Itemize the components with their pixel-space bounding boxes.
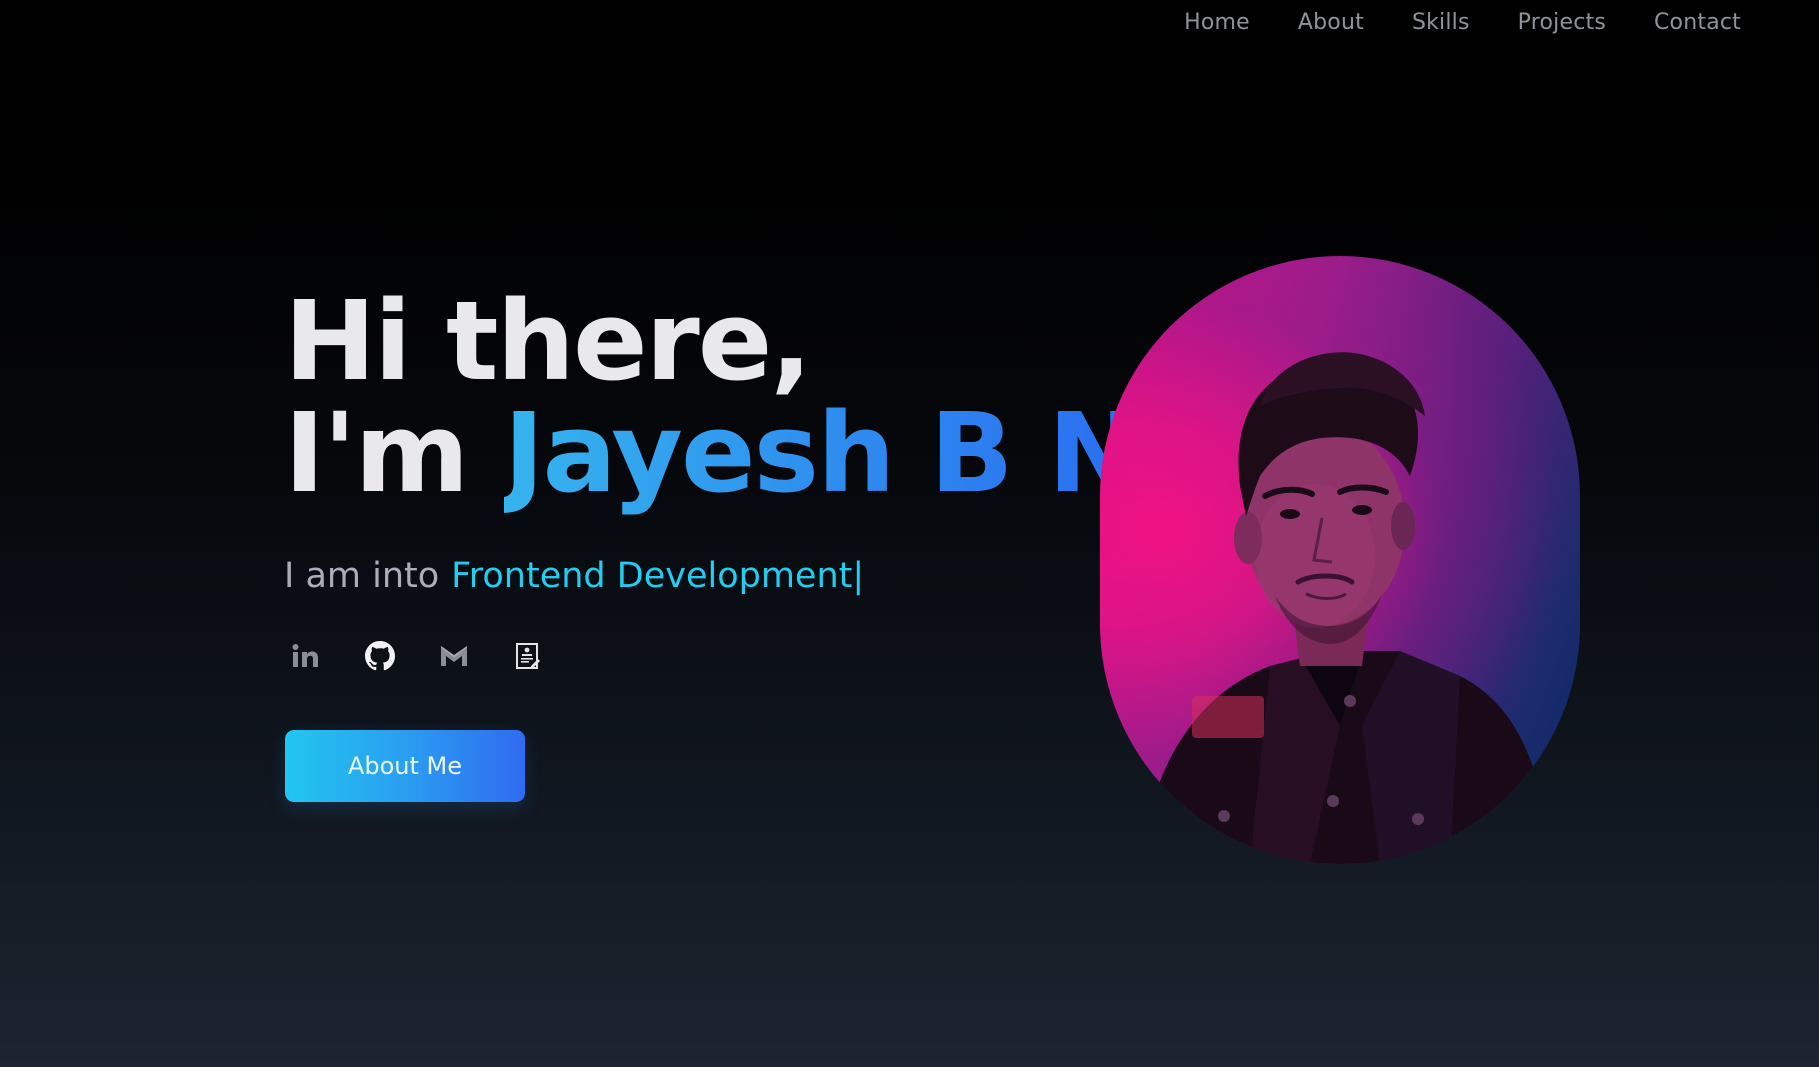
- hero-greeting: Hi there,: [284, 277, 812, 405]
- portrait-illustration: [1140, 352, 1550, 864]
- typing-cursor: |: [852, 556, 865, 596]
- about-me-button[interactable]: About Me: [285, 730, 525, 802]
- nav-home-link[interactable]: Home: [1160, 8, 1274, 38]
- nav-projects-link[interactable]: Projects: [1494, 8, 1630, 38]
- profile-photo: [1100, 256, 1580, 864]
- hero-subline: I am into Frontend Development|: [284, 556, 1138, 596]
- hero-section: Hi there, I'm Jayesh B N I am into Fronte…: [284, 277, 1140, 596]
- hero-name: Jayesh B N: [503, 389, 1140, 517]
- hero-intro: I'm: [284, 389, 469, 517]
- typed-role: Frontend Development: [451, 556, 853, 596]
- social-links: [290, 640, 544, 672]
- hero-intro-line: I'm Jayesh B N: [284, 398, 1140, 508]
- gmail-icon[interactable]: [438, 640, 470, 672]
- resume-icon[interactable]: [512, 640, 544, 672]
- subline-prefix: I am into: [284, 556, 440, 596]
- nav-contact-link[interactable]: Contact: [1630, 8, 1765, 38]
- nav-skills-link[interactable]: Skills: [1388, 8, 1494, 38]
- top-nav: Home About Skills Projects Contact: [1160, 8, 1765, 38]
- linkedin-icon[interactable]: [290, 640, 322, 672]
- nav-about-link[interactable]: About: [1274, 8, 1388, 38]
- github-icon[interactable]: [364, 640, 396, 672]
